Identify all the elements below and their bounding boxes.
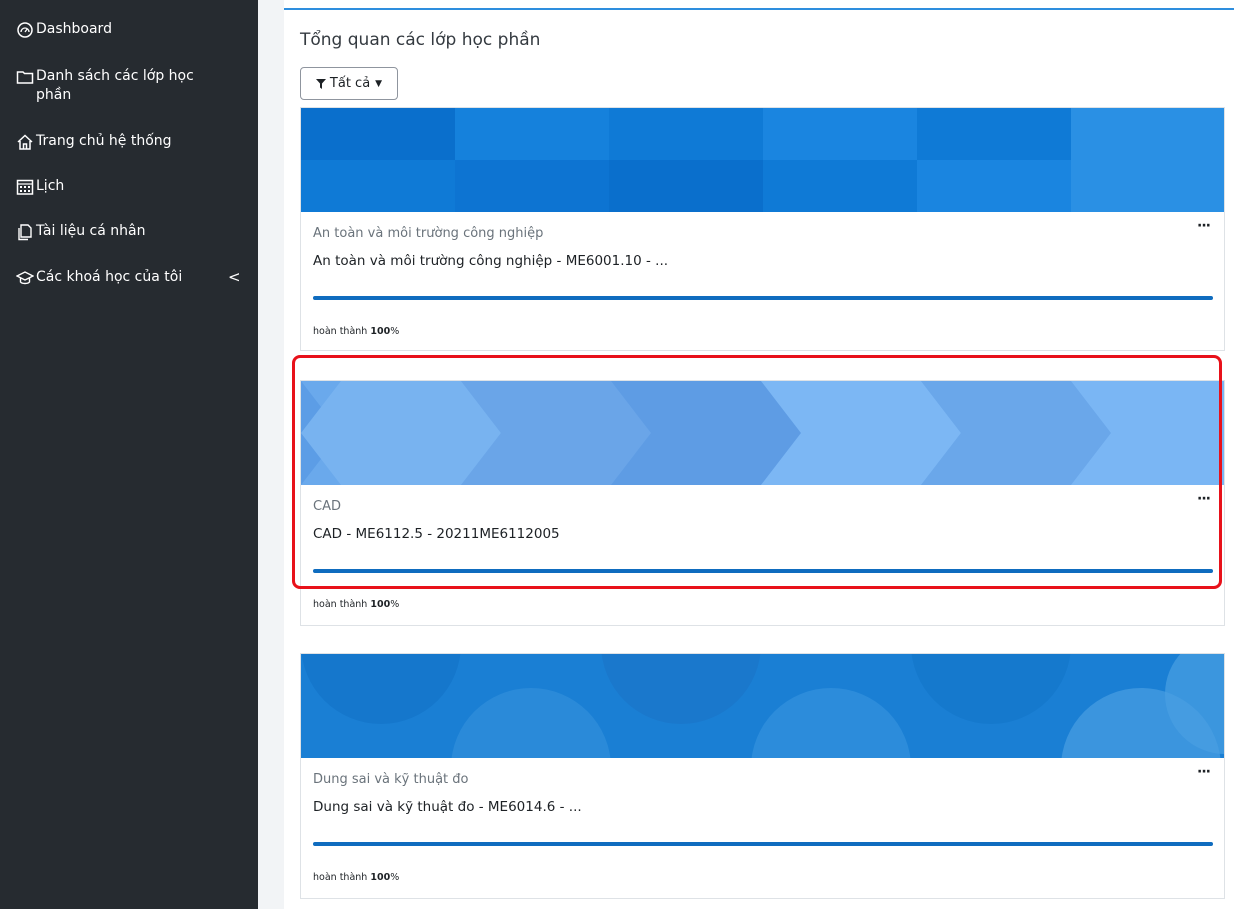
course-banner-image[interactable] [301,108,1225,212]
sidebar-item-label: Lịch [36,178,65,194]
progress-text: hoàn thành 100% [313,872,400,883]
folder-icon [16,71,34,84]
sidebar-item-home[interactable]: Trang chủ hệ thống [16,132,172,151]
sidebar-item-label: Các khoá học của tôi [36,269,183,285]
sidebar-item-private-files[interactable]: Tài liệu cá nhân [16,222,145,241]
graduation-cap-icon [16,271,34,285]
chevron-left-icon[interactable]: < [228,268,241,287]
sidebar-item-label: Tài liệu cá nhân [36,223,146,239]
top-accent-line [284,8,1234,10]
progress-text: hoàn thành 100% [313,599,400,610]
course-name-link[interactable]: An toàn và môi trường công nghiệp - ME60… [313,253,668,269]
course-card: An toàn và môi trường công nghiệp An toà… [300,107,1225,351]
course-card: CAD CAD - ME6112.5 - 20211ME6112005 ··· … [300,380,1225,626]
content-gutter [258,0,284,909]
caret-down-icon: ▼ [375,78,383,89]
course-banner-image[interactable] [301,381,1225,485]
dashboard-gauge-icon [17,22,33,38]
course-actions-menu-icon[interactable]: ··· [1197,764,1211,780]
course-card: Dung sai và kỹ thuật đo Dung sai và kỹ t… [300,653,1225,899]
progress-fill [313,296,1213,300]
course-name-link[interactable]: Dung sai và kỹ thuật đo - ME6014.6 - ... [313,799,582,815]
home-icon [17,134,33,150]
sidebar-item-dashboard[interactable]: Dashboard [16,20,112,39]
sidebar-item-label: Dashboard [36,21,112,37]
filter-dropdown-button[interactable]: Tất cả ▼ [300,67,398,100]
sidebar-item-course-list[interactable]: Danh sách các lớp học phần [16,67,216,105]
sidebar: Dashboard Danh sách các lớp học phần Tra… [0,0,258,909]
course-actions-menu-icon[interactable]: ··· [1197,218,1211,234]
course-category: An toàn và môi trường công nghiệp [313,226,544,241]
course-name-link[interactable]: CAD - ME6112.5 - 20211ME6112005 [313,526,560,542]
file-icon [18,224,32,241]
course-actions-menu-icon[interactable]: ··· [1197,491,1211,507]
progress-bar [313,842,1213,846]
progress-bar [313,296,1213,300]
calendar-icon [16,179,34,195]
course-category: CAD [313,499,341,514]
sidebar-item-calendar[interactable]: Lịch [16,177,64,196]
sidebar-item-label: Danh sách các lớp học phần [36,68,194,103]
sidebar-item-label: Trang chủ hệ thống [36,133,172,149]
filter-label: Tất cả [329,76,371,91]
course-category: Dung sai và kỹ thuật đo [313,772,469,787]
progress-bar [313,569,1213,573]
page-title: Tổng quan các lớp học phần [300,30,541,50]
progress-fill [313,842,1213,846]
course-banner-image[interactable] [301,654,1225,758]
filter-icon [315,78,326,89]
progress-text: hoàn thành 100% [313,326,400,337]
sidebar-item-my-courses[interactable]: Các khoá học của tôi < [16,268,242,287]
progress-fill [313,569,1213,573]
